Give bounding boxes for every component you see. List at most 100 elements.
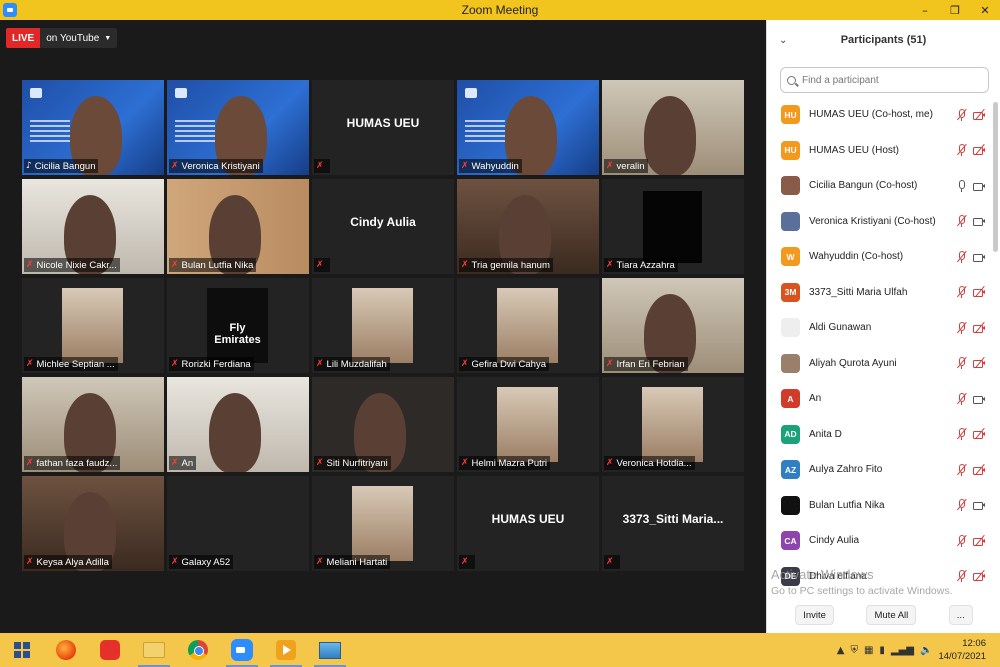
participant-tile[interactable]: HUMAS UEU ✗ — [457, 476, 599, 571]
camera-icon[interactable] — [973, 251, 985, 263]
participant-tile[interactable]: ✗ Galaxy A52 — [167, 476, 309, 571]
taskbar-app-red[interactable] — [88, 633, 132, 667]
participant-tile[interactable]: ✗ Lili Muzdalifah — [312, 278, 454, 373]
participant-tile[interactable]: ✗ Michlee Septian ... — [22, 278, 164, 373]
search-input[interactable] — [802, 74, 972, 86]
taskbar-file-explorer[interactable] — [132, 633, 176, 667]
participant-row[interactable]: A An — [767, 381, 991, 417]
avatar — [781, 211, 800, 231]
participant-tile[interactable]: ✗ Siti Nurfitriyani — [312, 377, 454, 472]
collapse-chevron-icon[interactable]: ⌄ — [779, 35, 787, 46]
participant-list-scrollbar[interactable] — [993, 102, 998, 252]
mic-muted-icon: ✗ — [461, 557, 469, 567]
participant-tile[interactable]: ✗ Tiara Azzahra — [602, 179, 744, 274]
participant-tile[interactable]: ✗ veralin — [602, 80, 744, 175]
participant-tile[interactable]: HUMAS UEU ✗ — [312, 80, 454, 175]
participant-tile[interactable]: ✗ Veronica Hotdia... — [602, 377, 744, 472]
tray-security-icon[interactable]: ⛨ — [850, 645, 858, 656]
participant-tile[interactable]: ✗ Nicole Nixie Cakr... — [22, 179, 164, 274]
mic-muted-icon[interactable] — [955, 108, 968, 121]
camera-icon[interactable] — [973, 215, 985, 227]
mic-muted-icon[interactable] — [955, 215, 968, 228]
camera-off-icon[interactable] — [973, 286, 986, 298]
minimize-button[interactable]: – — [910, 0, 940, 20]
mic-muted-icon[interactable] — [955, 392, 968, 405]
mic-muted-icon[interactable] — [955, 286, 968, 299]
participant-row[interactable]: HU HUMAS UEU (Host) — [767, 133, 991, 169]
participant-row[interactable]: Bulan Lutfia Nika — [767, 488, 991, 524]
camera-off-icon[interactable] — [973, 357, 986, 369]
camera-icon[interactable] — [973, 499, 985, 511]
mute-all-button[interactable]: Mute All — [866, 605, 917, 625]
participant-row[interactable]: AZ Aulya Zahro Fito — [767, 452, 991, 488]
participant-tile[interactable]: Cindy Aulia ✗ — [312, 179, 454, 274]
camera-icon[interactable] — [973, 393, 985, 405]
participant-row[interactable]: DE Dhiva elfiana — [767, 559, 991, 595]
camera-off-icon[interactable] — [973, 428, 986, 440]
live-destination[interactable]: on YouTube ▼ — [40, 28, 118, 48]
taskbar-media-player[interactable] — [264, 633, 308, 667]
more-options-button[interactable]: ... — [948, 605, 973, 625]
participant-tile[interactable]: ✗ Keysa Alya Adilla — [22, 476, 164, 571]
participant-tile[interactable]: ✗ Gefira Dwi Cahya — [457, 278, 599, 373]
tray-network-icon[interactable]: ▦ — [864, 645, 873, 656]
participant-row[interactable]: Aldi Gunawan — [767, 310, 991, 346]
mic-muted-icon[interactable] — [955, 570, 968, 583]
tray-battery-icon[interactable]: ▮ — [879, 645, 885, 656]
camera-off-icon[interactable] — [973, 534, 986, 547]
participant-row[interactable]: HU HUMAS UEU (Co-host, me) — [767, 97, 991, 133]
taskbar-zoom[interactable] — [220, 633, 264, 667]
camera-off-icon[interactable] — [973, 144, 986, 156]
mic-muted-icon[interactable] — [955, 463, 968, 476]
live-stream-badge[interactable]: LIVE on YouTube ▼ — [6, 28, 118, 48]
mic-muted-icon[interactable] — [955, 534, 968, 547]
camera-off-icon[interactable] — [973, 570, 986, 582]
participant-tile[interactable]: ✗ Helmi Mazra Putri — [457, 377, 599, 472]
mic-muted-icon[interactable] — [955, 250, 968, 263]
taskbar-photos[interactable] — [308, 633, 352, 667]
participant-tile[interactable]: ✗ Veronica Kristiyani — [167, 80, 309, 175]
tray-volume-icon[interactable]: 🔈 — [920, 645, 932, 656]
mic-muted-icon[interactable] — [955, 357, 968, 370]
tray-chevron-icon[interactable]: ▲ — [837, 645, 845, 656]
camera-off-icon[interactable] — [973, 463, 986, 476]
participant-row[interactable]: 3M 3373_Sitti Maria Ulfah — [767, 275, 991, 311]
window-controls: – ❐ ✕ — [910, 0, 1000, 20]
participant-tile[interactable]: ✗ Irfan Eri Febrian — [602, 278, 744, 373]
participant-tile[interactable]: ✗ Tria gemila hanum — [457, 179, 599, 274]
participant-row[interactable]: Cicilia Bangun (Co-host) — [767, 168, 991, 204]
mic-muted-icon[interactable] — [955, 499, 968, 512]
camera-off-icon[interactable] — [973, 108, 986, 121]
mic-muted-icon[interactable] — [955, 144, 968, 157]
participant-row[interactable]: CA Cindy Aulia — [767, 523, 991, 559]
participant-list-name: Dhiva elfiana — [809, 570, 867, 582]
mic-muted-icon[interactable] — [955, 428, 968, 441]
participant-tile[interactable]: ♪ Cicilia Bangun — [22, 80, 164, 175]
participant-tile[interactable]: ✗ Bulan Lutfia Nika — [167, 179, 309, 274]
participant-row[interactable]: AD Anita D — [767, 417, 991, 453]
mic-muted-icon: ✗ — [171, 557, 179, 567]
participant-row[interactable]: Veronica Kristiyani (Co-host) — [767, 204, 991, 240]
maximize-button[interactable]: ❐ — [940, 0, 970, 20]
participant-tile[interactable]: ✗ Meliani Hartati — [312, 476, 454, 571]
mic-muted-icon: ✗ — [461, 161, 469, 171]
taskbar-chrome[interactable] — [176, 633, 220, 667]
camera-off-icon[interactable] — [973, 321, 986, 334]
participant-search[interactable] — [780, 67, 989, 93]
participant-row[interactable]: Aliyah Qurota Ayuni — [767, 346, 991, 382]
participant-tile[interactable]: Fly Emirates ✗ Rorizki Ferdiana — [167, 278, 309, 373]
participant-tile[interactable]: ✗ An — [167, 377, 309, 472]
close-button[interactable]: ✕ — [970, 0, 1000, 20]
participant-tile[interactable]: ✗ Wahyuddin — [457, 80, 599, 175]
participant-tile[interactable]: 3373_Sitti Maria... ✗ — [602, 476, 744, 571]
mic-muted-icon[interactable] — [955, 321, 968, 334]
system-clock[interactable]: 12:06 14/07/2021 — [938, 637, 986, 663]
participant-tile[interactable]: ✗ fathan faza faudz... — [22, 377, 164, 472]
taskbar-firefox[interactable] — [44, 633, 88, 667]
start-button[interactable] — [0, 633, 44, 667]
mic-icon[interactable] — [955, 179, 967, 192]
invite-button[interactable]: Invite — [795, 605, 834, 625]
tray-signal-icon[interactable]: ▂▄▆ — [891, 645, 914, 656]
camera-icon[interactable] — [973, 180, 985, 192]
participant-row[interactable]: W Wahyuddin (Co-host) — [767, 239, 991, 275]
